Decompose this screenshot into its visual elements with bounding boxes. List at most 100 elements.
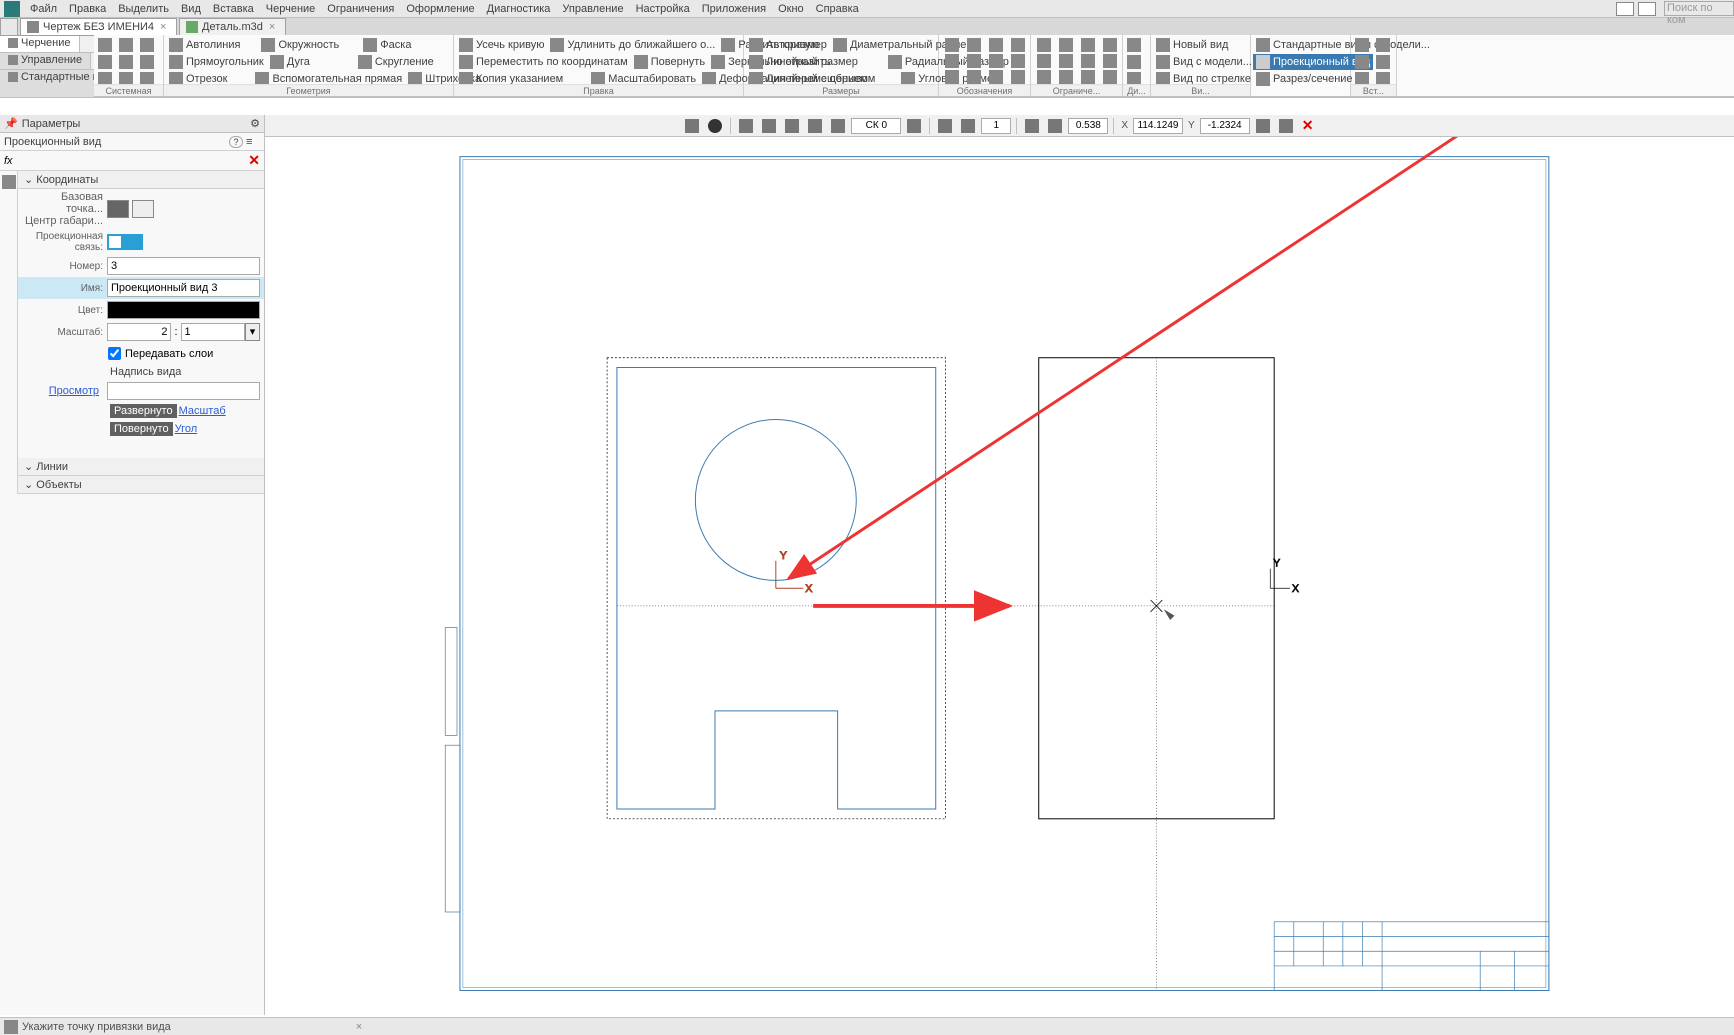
scale-den-input[interactable] bbox=[181, 323, 245, 341]
constr-btn[interactable] bbox=[1033, 69, 1055, 85]
constr-btn[interactable] bbox=[1099, 53, 1121, 69]
anno-btn[interactable] bbox=[963, 69, 985, 85]
constr-btn[interactable] bbox=[1099, 69, 1121, 85]
constr-btn[interactable] bbox=[1055, 37, 1077, 53]
diag-btn[interactable] bbox=[1125, 54, 1146, 70]
menu-apps[interactable]: Приложения bbox=[696, 3, 772, 15]
save-button[interactable] bbox=[138, 37, 159, 53]
preview-input[interactable] bbox=[107, 382, 260, 400]
tb-btn[interactable] bbox=[828, 117, 848, 135]
scale-dropdown[interactable]: ▾ bbox=[245, 323, 260, 341]
y-input[interactable] bbox=[1200, 118, 1250, 134]
close-icon[interactable]: × bbox=[269, 21, 279, 33]
constr-btn[interactable] bbox=[1033, 37, 1055, 53]
anno-btn[interactable] bbox=[963, 53, 985, 69]
menu-diag[interactable]: Диагностика bbox=[481, 3, 557, 15]
tb-btn[interactable] bbox=[682, 117, 702, 135]
gear-icon[interactable]: ⚙ bbox=[250, 117, 260, 130]
ins-btn[interactable] bbox=[1374, 54, 1395, 70]
rect-button[interactable]: Прямоугольник bbox=[166, 54, 267, 70]
stdviews-button[interactable]: Стандартные виды с модели... bbox=[1253, 37, 1433, 53]
trim-button[interactable]: Усечь кривую bbox=[456, 37, 547, 53]
constr-btn[interactable] bbox=[1055, 69, 1077, 85]
menu-view[interactable]: Вид bbox=[175, 3, 207, 15]
ins-btn[interactable] bbox=[1353, 37, 1374, 53]
menu-window[interactable]: Окно bbox=[772, 3, 810, 15]
autodim-button[interactable]: Авторазмер bbox=[746, 37, 830, 53]
constr-btn[interactable] bbox=[1077, 69, 1099, 85]
menu-select[interactable]: Выделить bbox=[112, 3, 175, 15]
anno-btn[interactable] bbox=[1007, 53, 1029, 69]
scale-num-input[interactable] bbox=[107, 323, 171, 341]
preview-button[interactable] bbox=[117, 54, 138, 70]
anno-btn[interactable] bbox=[941, 37, 963, 53]
pass-layers-checkbox[interactable] bbox=[108, 347, 121, 360]
section-coords[interactable]: Координаты bbox=[18, 171, 264, 189]
anno-btn[interactable] bbox=[941, 53, 963, 69]
menu-help[interactable]: Справка bbox=[810, 3, 865, 15]
menu-constraints[interactable]: Ограничения bbox=[321, 3, 400, 15]
section-button[interactable]: Разрез/сечение bbox=[1253, 71, 1356, 87]
tab-chertezh[interactable]: Чертеж БЕЗ ИМЕНИ4 × bbox=[20, 18, 177, 35]
tb-btn[interactable] bbox=[782, 117, 802, 135]
doc-switcher-icon[interactable] bbox=[0, 18, 18, 35]
drawing-canvas[interactable]: Y X Y X bbox=[265, 137, 1734, 1015]
basepoint-btn-1[interactable] bbox=[107, 200, 129, 218]
scale-link[interactable]: Масштаб bbox=[179, 405, 230, 417]
help-icon[interactable]: ? bbox=[229, 136, 243, 148]
zoom-input[interactable] bbox=[1068, 118, 1108, 134]
menu-insert[interactable]: Вставка bbox=[207, 3, 260, 15]
tb-btn[interactable] bbox=[1276, 117, 1296, 135]
print-button[interactable] bbox=[96, 54, 117, 70]
ins-btn[interactable] bbox=[1374, 37, 1395, 53]
close-icon[interactable]: ✕ bbox=[248, 152, 260, 169]
constr-btn[interactable] bbox=[1033, 53, 1055, 69]
anno-btn[interactable] bbox=[985, 37, 1007, 53]
tb-btn[interactable] bbox=[904, 117, 924, 135]
anno-btn[interactable] bbox=[941, 69, 963, 85]
section-objects[interactable]: Объекты bbox=[18, 476, 264, 494]
menu-icon[interactable]: ≡ bbox=[246, 136, 260, 148]
number-input[interactable] bbox=[107, 257, 260, 275]
basepoint-btn-2[interactable] bbox=[132, 200, 154, 218]
menu-manage[interactable]: Управление bbox=[556, 3, 629, 15]
anno-btn[interactable] bbox=[963, 37, 985, 53]
constr-btn[interactable] bbox=[1055, 53, 1077, 69]
cancel-command-button[interactable]: ✕ bbox=[1299, 117, 1317, 134]
tb-btn[interactable] bbox=[736, 117, 756, 135]
tb-btn[interactable] bbox=[958, 117, 978, 135]
diag-btn[interactable] bbox=[1125, 37, 1146, 53]
tb-btn[interactable] bbox=[759, 117, 779, 135]
anno-btn[interactable] bbox=[1007, 69, 1029, 85]
tab-detal[interactable]: Деталь.m3d × bbox=[179, 18, 286, 35]
extend-button[interactable]: Удлинить до ближайшего о... bbox=[547, 37, 718, 53]
name-input[interactable] bbox=[107, 279, 260, 297]
menu-edit[interactable]: Правка bbox=[63, 3, 112, 15]
panel-pin-icon[interactable]: 📌 bbox=[4, 117, 18, 130]
tb-btn[interactable] bbox=[705, 117, 725, 135]
ck-input[interactable] bbox=[851, 118, 901, 134]
menu-settings[interactable]: Настройка bbox=[630, 3, 696, 15]
menu-draw[interactable]: Черчение bbox=[260, 3, 322, 15]
lindim-button[interactable]: Линейный размер bbox=[746, 54, 861, 70]
new-doc-button[interactable] bbox=[96, 37, 117, 53]
constr-btn[interactable] bbox=[1077, 37, 1099, 53]
color-select[interactable] bbox=[107, 301, 260, 319]
props-button[interactable] bbox=[138, 54, 159, 70]
vtab-icon[interactable] bbox=[2, 175, 16, 189]
close-icon[interactable]: × bbox=[160, 21, 170, 33]
constr-btn[interactable] bbox=[1099, 37, 1121, 53]
move-button[interactable]: Переместить по координатам bbox=[456, 54, 631, 70]
command-search[interactable]: Поиск по ком bbox=[1664, 1, 1734, 16]
window-restore-icon[interactable] bbox=[1638, 2, 1656, 16]
tb-btn[interactable] bbox=[805, 117, 825, 135]
ins-btn[interactable] bbox=[1353, 54, 1374, 70]
fx-icon[interactable]: fx bbox=[4, 155, 13, 167]
arc-button[interactable]: Дуга bbox=[267, 54, 313, 70]
section-lines[interactable]: Линии bbox=[18, 458, 264, 476]
anno-btn[interactable] bbox=[985, 69, 1007, 85]
rotate-button[interactable]: Повернуть bbox=[631, 54, 708, 70]
zoom-out-button[interactable] bbox=[1022, 117, 1042, 135]
angle-link[interactable]: Угол bbox=[175, 423, 202, 435]
menu-format[interactable]: Оформление bbox=[400, 3, 480, 15]
